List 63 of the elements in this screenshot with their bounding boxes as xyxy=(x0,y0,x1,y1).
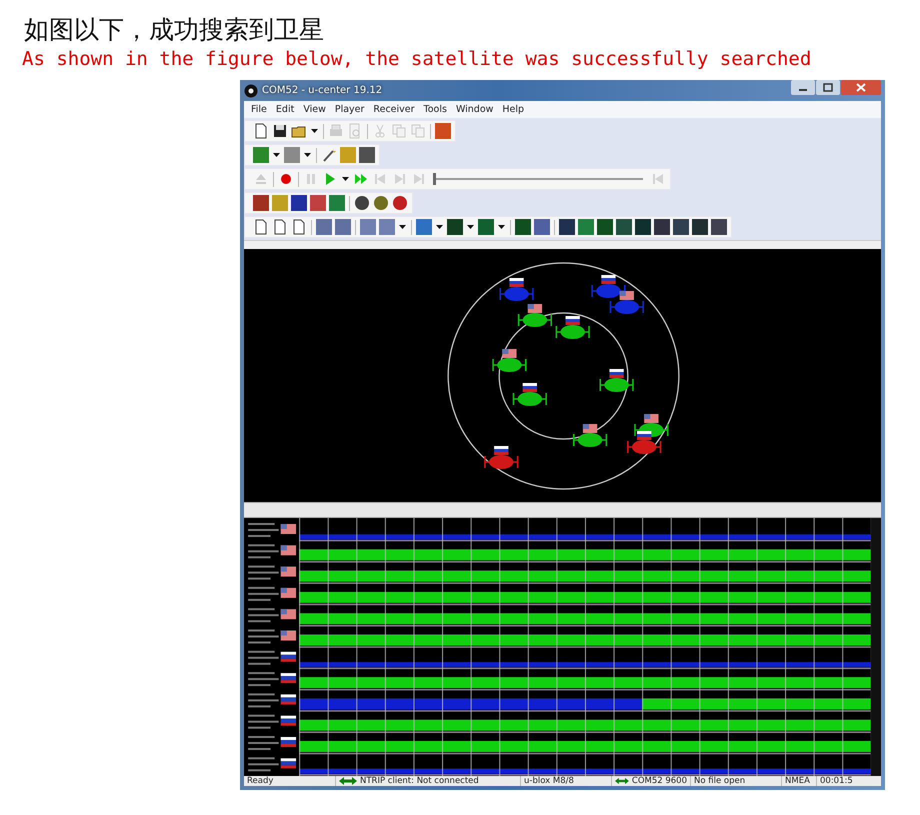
tile-icon[interactable] xyxy=(635,219,651,235)
save-icon[interactable] xyxy=(272,123,288,139)
tile-icon[interactable] xyxy=(416,219,432,235)
tile-icon[interactable] xyxy=(559,219,575,235)
connection-icon xyxy=(615,777,629,785)
menu-item[interactable]: View xyxy=(303,104,326,115)
status-text: 00:01:5 xyxy=(820,776,853,786)
maximize-icon[interactable] xyxy=(816,80,840,95)
status-text: NMEA xyxy=(785,776,810,786)
tile-icon[interactable] xyxy=(534,219,550,235)
status-text: NTRIP client: Not connected xyxy=(360,776,479,786)
document-icon[interactable] xyxy=(291,219,307,235)
subheading: As shown in the figure below, the satellite was successfully searched xyxy=(22,48,812,70)
tile-icon[interactable] xyxy=(291,195,307,211)
tile-icon[interactable] xyxy=(616,219,632,235)
document-icon[interactable] xyxy=(272,219,288,235)
tile-icon[interactable] xyxy=(316,219,332,235)
record-icon[interactable] xyxy=(278,171,294,187)
dot-icon[interactable] xyxy=(354,195,370,211)
tile-icon[interactable] xyxy=(654,219,670,235)
menu-item[interactable]: Receiver xyxy=(373,104,415,115)
status-text: No file open xyxy=(694,776,746,786)
tile-icon[interactable] xyxy=(272,195,288,211)
window-title: COM52 - u-center 19.12 xyxy=(262,85,382,96)
wand-icon[interactable] xyxy=(321,147,337,163)
tile-icon[interactable] xyxy=(359,147,375,163)
tile-icon[interactable] xyxy=(284,147,300,163)
tile-icon[interactable] xyxy=(253,195,269,211)
tile-icon[interactable] xyxy=(515,219,531,235)
tile-icon[interactable] xyxy=(335,219,351,235)
heading: 如图以下，成功搜索到卫星 xyxy=(24,14,325,46)
document-icon[interactable] xyxy=(253,123,269,139)
tile-icon[interactable] xyxy=(578,219,594,235)
menu-item[interactable]: Tools xyxy=(424,104,447,115)
status-text: Ready xyxy=(247,776,274,786)
tile-icon[interactable] xyxy=(435,123,451,139)
close-icon[interactable] xyxy=(841,80,881,95)
connection-icon xyxy=(339,777,357,785)
document-icon[interactable] xyxy=(253,219,269,235)
tile-icon[interactable] xyxy=(673,219,689,235)
menu-item[interactable]: Window xyxy=(456,104,494,115)
tile-icon[interactable] xyxy=(329,195,345,211)
tile-icon[interactable] xyxy=(379,219,395,235)
tile-icon[interactable] xyxy=(478,219,494,235)
menu-item[interactable]: File xyxy=(251,104,267,115)
tile-icon[interactable] xyxy=(360,219,376,235)
menu-item[interactable]: Help xyxy=(502,104,524,115)
tile-icon[interactable] xyxy=(310,195,326,211)
minimize-icon[interactable] xyxy=(791,80,815,95)
tile-icon[interactable] xyxy=(340,147,356,163)
tile-icon[interactable] xyxy=(597,219,613,235)
status-text: COM52 9600 xyxy=(632,776,687,786)
status-text: u-blox M8/8 xyxy=(524,776,574,786)
app-icon xyxy=(244,84,258,98)
slider-thumb[interactable] xyxy=(433,173,436,185)
dot-icon[interactable] xyxy=(373,195,389,211)
tile-icon[interactable] xyxy=(447,219,463,235)
tile-icon[interactable] xyxy=(692,219,708,235)
menu-item[interactable]: Player xyxy=(334,104,364,115)
tile-icon[interactable] xyxy=(711,219,727,235)
menu-item[interactable]: Edit xyxy=(276,104,294,115)
dot-icon[interactable] xyxy=(392,195,408,211)
tile-icon[interactable] xyxy=(253,147,269,163)
